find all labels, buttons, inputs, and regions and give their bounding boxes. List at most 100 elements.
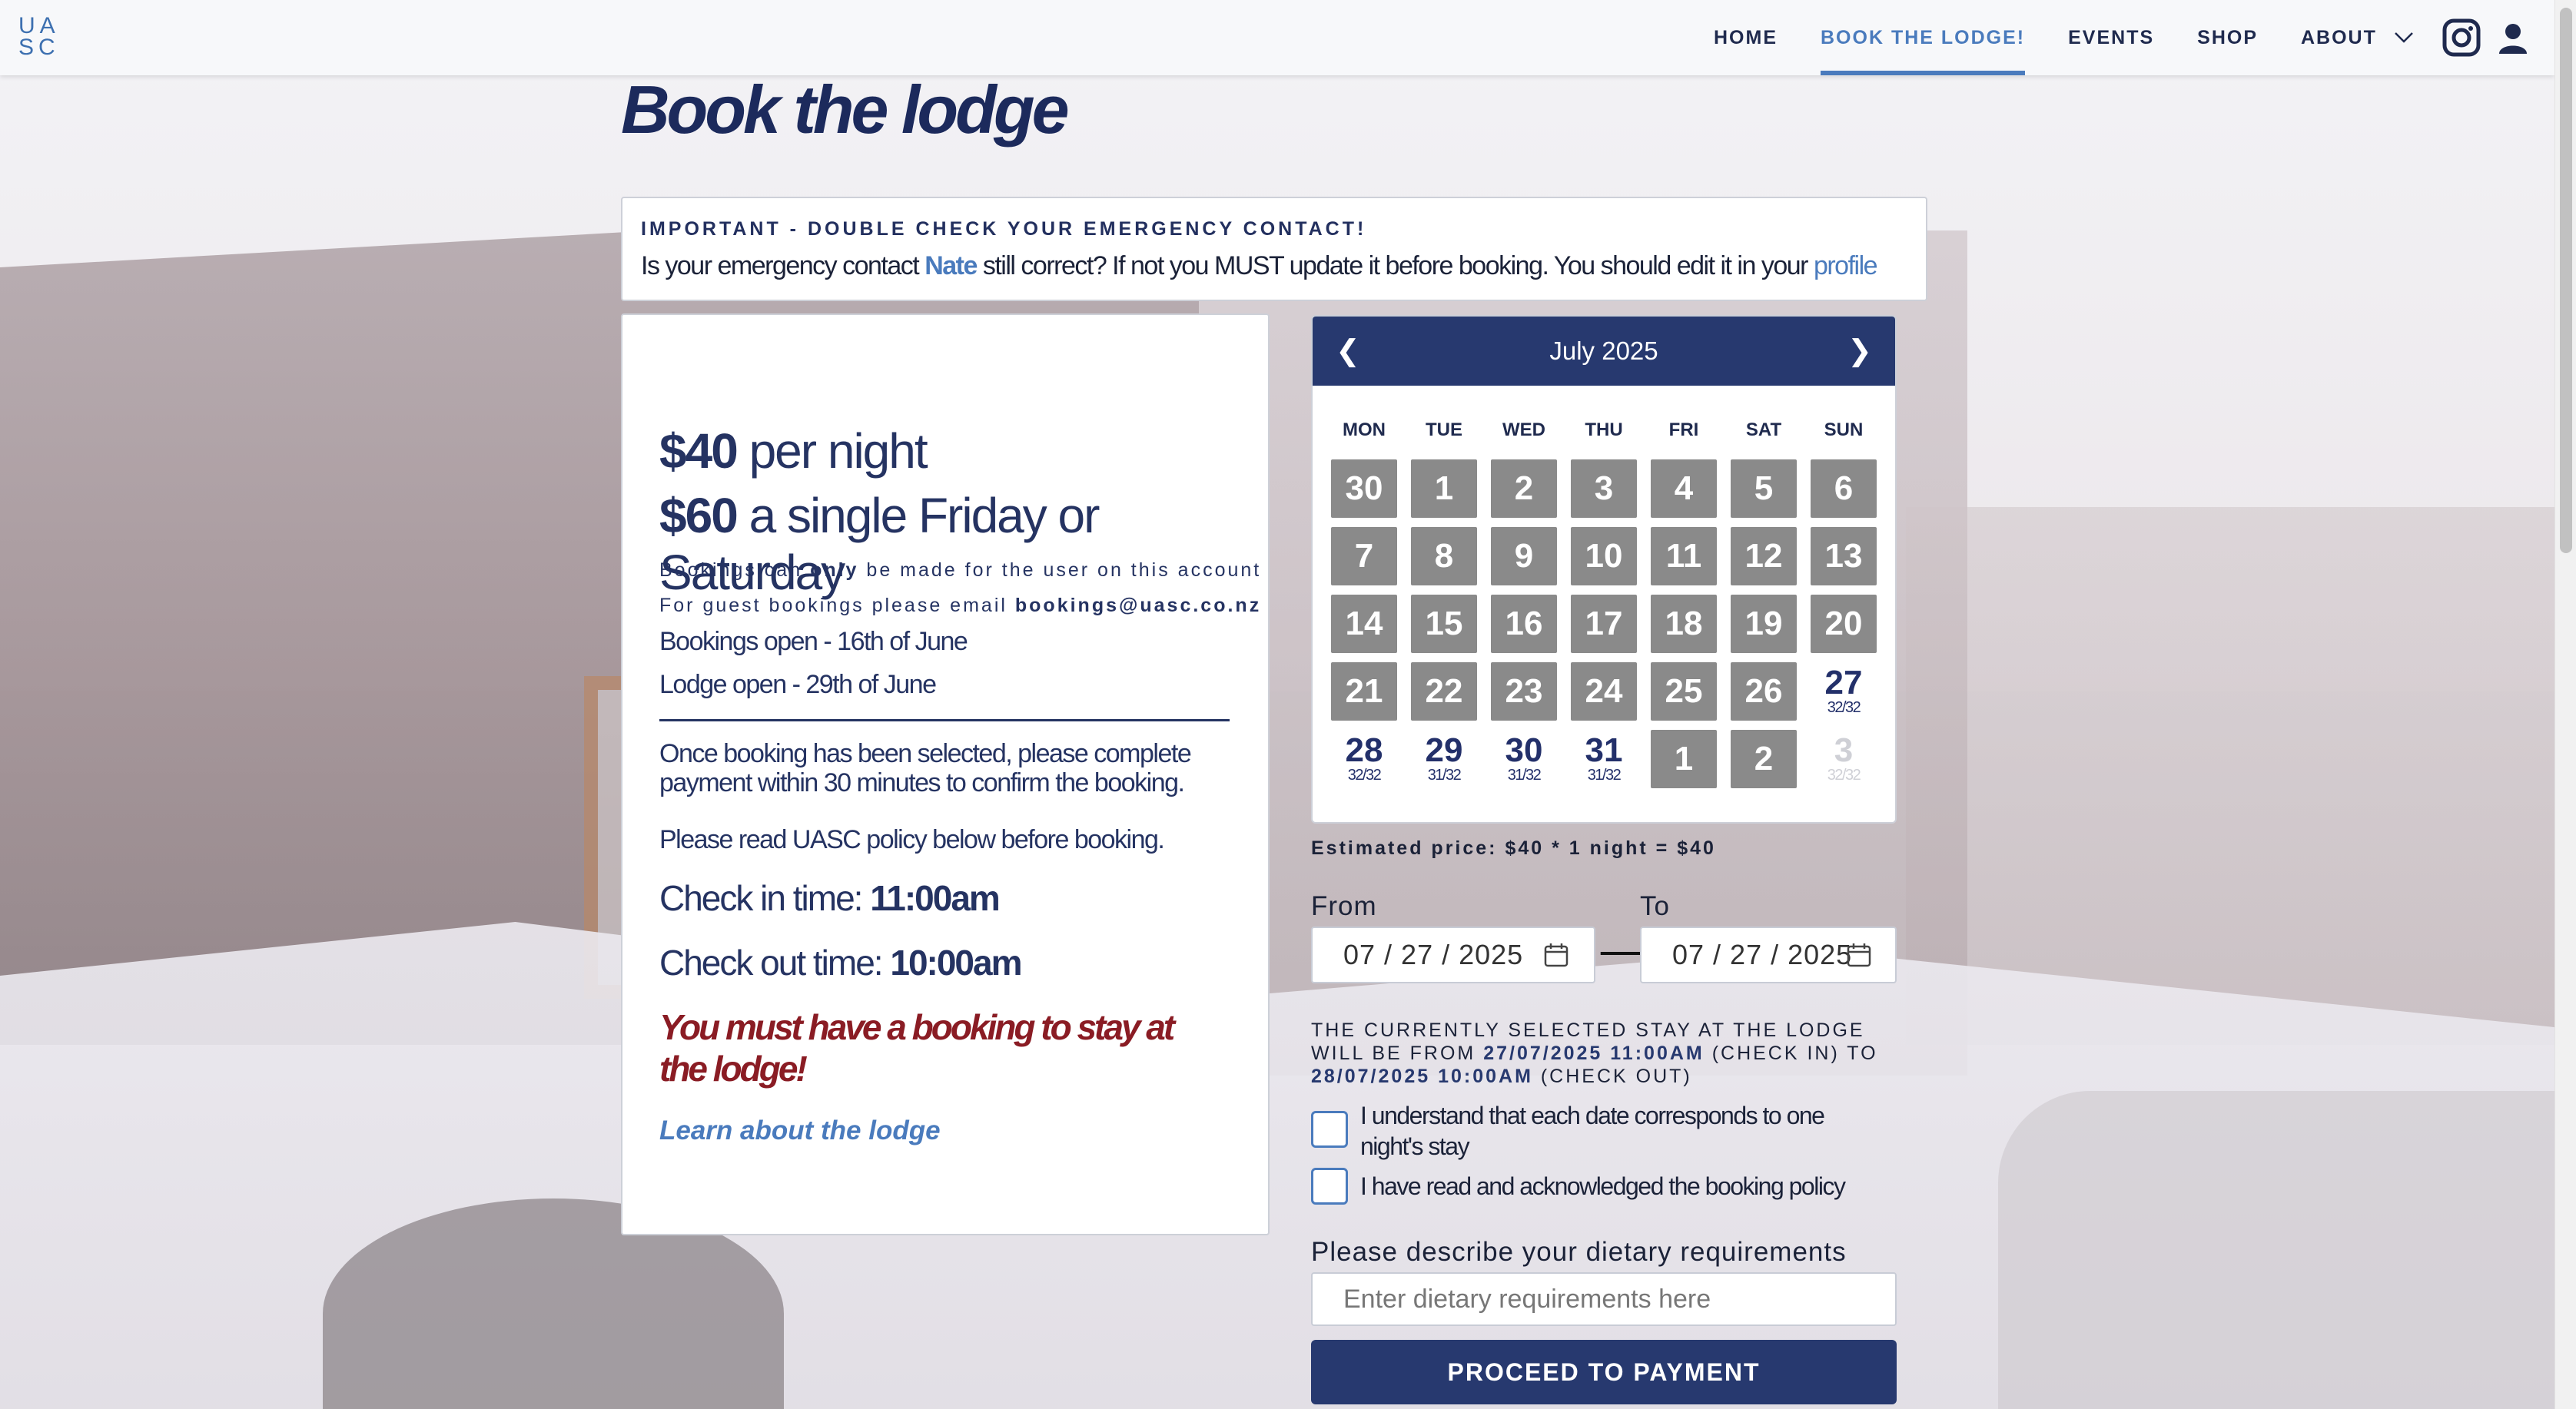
- notice-body-pre: Is your emergency contact: [641, 251, 920, 280]
- day-number: 5: [1754, 469, 1774, 507]
- price-per-night-amount: $40: [659, 423, 739, 479]
- calendar-day[interactable]: 29 31/32: [1411, 730, 1477, 788]
- calendar-day: 4: [1651, 459, 1717, 518]
- check-in-time: Check in time: 11:00am: [659, 877, 1001, 919]
- day-number: 16: [1505, 605, 1543, 642]
- notice-body: Is your emergency contact Nate still cor…: [641, 251, 1907, 281]
- nav-home[interactable]: HOME: [1714, 0, 1778, 75]
- calendar-day: 18: [1651, 595, 1717, 653]
- night-stay-checkbox[interactable]: [1311, 1111, 1348, 1148]
- calendar-day: 3 32/32: [1811, 730, 1877, 788]
- day-number: 25: [1665, 672, 1703, 710]
- check-in-value: 11:00am: [870, 878, 1001, 918]
- calendar-day: 23: [1491, 662, 1557, 721]
- calendar-day[interactable]: 28 32/32: [1331, 730, 1397, 788]
- check-in-label: Check in time:: [659, 878, 863, 918]
- day-number: 9: [1514, 537, 1534, 575]
- instagram-icon[interactable]: [2442, 18, 2481, 61]
- nav-events[interactable]: EVENTS: [2068, 0, 2154, 75]
- navbar: UA SC HOME BOOK THE LODGE! EVENTS SHOP A…: [0, 0, 2554, 75]
- profile-link[interactable]: profile: [1814, 251, 1878, 280]
- calendar-day: 17: [1571, 595, 1637, 653]
- from-date-input[interactable]: 07 / 27 / 2025: [1311, 927, 1595, 983]
- day-number: 2: [1514, 469, 1534, 507]
- calendar-day: 20: [1811, 595, 1877, 653]
- calendar-day: 7: [1331, 527, 1397, 585]
- stay-post: (CHECK OUT): [1540, 1066, 1692, 1087]
- account-note: Bookings can only be made for the user o…: [659, 559, 1261, 582]
- day-number: 29: [1425, 731, 1463, 769]
- day-capacity: 32/32: [1347, 766, 1382, 784]
- stay-from: 27/07/2025 11:00AM: [1483, 1043, 1705, 1064]
- calendar-day: 12: [1731, 527, 1797, 585]
- page-title: Book the lodge: [621, 71, 1070, 148]
- learn-about-lodge-link[interactable]: Learn about the lodge: [659, 1116, 941, 1146]
- guest-note-pre: For guest bookings please email: [659, 595, 1007, 616]
- to-date-input[interactable]: 07 / 27 / 2025: [1640, 927, 1897, 983]
- day-number: 28: [1345, 731, 1383, 769]
- dietary-input[interactable]: [1311, 1272, 1897, 1326]
- price-per-night: $40 per night: [659, 423, 928, 479]
- nav-book-the-lodge[interactable]: BOOK THE LODGE!: [1821, 0, 2026, 75]
- account-note-post: be made for the user on this account: [866, 559, 1262, 581]
- from-label: From: [1311, 891, 1377, 921]
- day-number: 18: [1665, 605, 1703, 642]
- day-number: 11: [1665, 537, 1702, 575]
- user-icon[interactable]: [2499, 23, 2527, 58]
- calendar-day: 22: [1411, 662, 1477, 721]
- calendar-day: 21: [1331, 662, 1397, 721]
- calendar-next-button[interactable]: ❯: [1847, 333, 1872, 368]
- calendar-day[interactable]: 27 32/32: [1811, 662, 1877, 721]
- calendar-day: 5: [1731, 459, 1797, 518]
- weekday-label: TUE: [1426, 419, 1462, 440]
- day-number: 30: [1345, 469, 1383, 507]
- notice-heading: IMPORTANT - DOUBLE CHECK YOUR EMERGENCY …: [641, 218, 1367, 240]
- calendar-day: 8: [1411, 527, 1477, 585]
- day-number: 13: [1824, 537, 1863, 575]
- divider: [659, 719, 1230, 721]
- emergency-contact-notice: IMPORTANT - DOUBLE CHECK YOUR EMERGENCY …: [621, 197, 1927, 301]
- estimated-price: Estimated price: $40 * 1 night = $40: [1311, 837, 1716, 859]
- account-note-pre: Bookings can: [659, 559, 803, 581]
- calendar-day: 10: [1571, 527, 1637, 585]
- booking-calendar: ❮ July 2025 ❯ MON TUE WED THU FRI SAT SUN 30 1 2 3…: [1311, 315, 1897, 824]
- calendar-day: 30: [1331, 459, 1397, 518]
- nav-shop[interactable]: SHOP: [2197, 0, 2258, 75]
- scrollbar[interactable]: [2554, 0, 2576, 1409]
- calendar-day: 1: [1411, 459, 1477, 518]
- day-number: 8: [1434, 537, 1454, 575]
- weekday-label: WED: [1502, 419, 1545, 440]
- calendar-icon[interactable]: [1543, 942, 1569, 975]
- day-number: 27: [1824, 663, 1863, 701]
- bookings-email[interactable]: bookings@uasc.co.nz: [1015, 595, 1261, 616]
- to-date-value: 07 / 27 / 2025: [1672, 939, 1853, 970]
- check-out-label: Check out time:: [659, 943, 884, 983]
- nav-about-label: ABOUT: [2301, 26, 2377, 48]
- calendar-day[interactable]: 30 31/32: [1491, 730, 1557, 788]
- day-number: 10: [1585, 537, 1623, 575]
- lodge-open: Lodge open - 29th of June: [659, 670, 937, 699]
- weekday-label: THU: [1585, 419, 1623, 440]
- guest-note: For guest bookings please email bookings…: [659, 595, 1261, 617]
- day-number: 24: [1585, 672, 1623, 710]
- nav-about[interactable]: ABOUT: [2301, 0, 2414, 75]
- scrollbar-thumb[interactable]: [2560, 8, 2572, 553]
- calendar-month-label: July 2025: [1549, 337, 1658, 365]
- payment-note: Once booking has been selected, please c…: [659, 739, 1192, 797]
- proceed-to-payment-button[interactable]: PROCEED TO PAYMENT: [1311, 1340, 1897, 1404]
- night-stay-checkbox-label: I understand that each date corresponds …: [1360, 1102, 1825, 1160]
- stay-mid: (CHECK IN) TO: [1711, 1043, 1878, 1064]
- day-number: 31: [1585, 731, 1623, 769]
- nav-links: HOME BOOK THE LODGE! EVENTS SHOP ABOUT: [1714, 0, 2457, 75]
- calendar-day: 6: [1811, 459, 1877, 518]
- calendar-day: 13: [1811, 527, 1877, 585]
- uasc-logo[interactable]: UA SC: [18, 15, 75, 63]
- calendar-day[interactable]: 31 31/32: [1571, 730, 1637, 788]
- calendar-day: 2: [1491, 459, 1557, 518]
- lodge-info-card: $40 per night $60 a single Friday or Sat…: [621, 313, 1270, 1235]
- selected-stay-summary: THE CURRENTLY SELECTED STAY AT THE LODGE…: [1311, 1019, 1895, 1088]
- day-number: 17: [1585, 605, 1623, 642]
- calendar-icon[interactable]: [1846, 942, 1872, 975]
- day-number: 22: [1425, 672, 1463, 710]
- booking-policy-checkbox[interactable]: [1311, 1168, 1348, 1205]
